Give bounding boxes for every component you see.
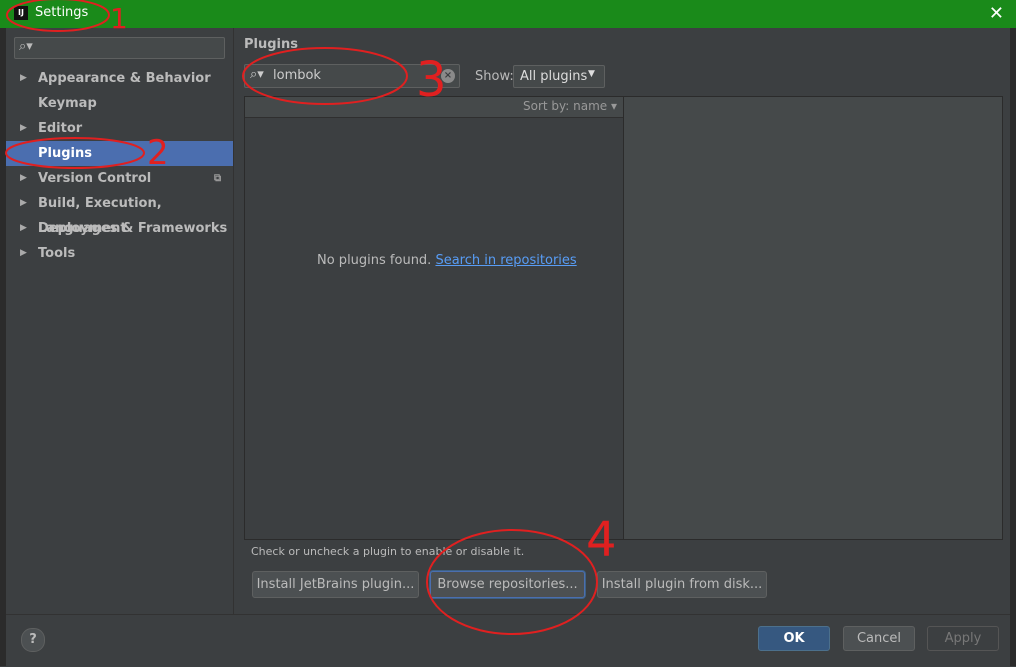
expand-arrow-icon: ▶	[20, 248, 27, 258]
sidebar-item-label: Plugins	[38, 146, 92, 161]
sidebar-item-label: Version Control	[38, 171, 152, 186]
help-icon[interactable]: ?	[21, 628, 45, 652]
sidebar-item-label: Keymap	[38, 96, 97, 111]
show-filter-label: Show:	[475, 69, 514, 84]
close-icon[interactable]: ✕	[989, 3, 1004, 24]
sidebar-item-languages-frameworks[interactable]: ▶ Languages & Frameworks	[6, 216, 233, 241]
empty-state: No plugins found. Search in repositories	[317, 253, 577, 268]
clear-search-icon[interactable]: ×	[441, 69, 455, 83]
sidebar-item-label: Appearance & Behavior	[38, 71, 211, 86]
expand-arrow-icon: ▶	[20, 173, 27, 183]
cancel-button[interactable]: Cancel	[843, 626, 915, 651]
plugin-search-input[interactable]: ⌕▾ lombok ×	[244, 64, 460, 88]
install-jetbrains-plugin-button[interactable]: Install JetBrains plugin...	[252, 571, 419, 598]
sidebar-item-appearance-behavior[interactable]: ▶ Appearance & Behavior	[6, 66, 233, 91]
sidebar-item-label: Tools	[38, 246, 76, 261]
sort-by-dropdown[interactable]: Sort by: name ▾	[523, 99, 617, 113]
apply-button[interactable]: Apply	[927, 626, 999, 651]
chevron-down-icon: ▼	[588, 69, 595, 79]
expand-arrow-icon: ▶	[20, 73, 27, 83]
sidebar-item-tools[interactable]: ▶ Tools	[6, 241, 233, 266]
sidebar-item-keymap[interactable]: Keymap	[6, 91, 233, 116]
window-title: Settings	[35, 5, 89, 20]
intellij-app-icon: IJ	[14, 6, 28, 20]
dialog-footer: ? OK Cancel Apply	[6, 614, 1010, 667]
plugin-detail-panel	[623, 96, 1003, 540]
settings-search-input[interactable]: ⌕▾	[14, 37, 225, 59]
sidebar-item-label: Languages & Frameworks	[38, 221, 228, 236]
browse-repositories-button[interactable]: Browse repositories...	[430, 571, 585, 598]
sidebar-item-version-control[interactable]: ▶ Version Control ⧉	[6, 166, 233, 191]
search-in-repositories-link[interactable]: Search in repositories	[435, 253, 576, 268]
sidebar-item-editor[interactable]: ▶ Editor	[6, 116, 233, 141]
search-icon: ⌕▾	[19, 39, 33, 54]
empty-state-text: No plugins found.	[317, 253, 432, 268]
plugin-list: Sort by: name ▾ No plugins found. Search…	[244, 96, 624, 540]
sidebar-item-label: Editor	[38, 121, 83, 136]
install-plugin-from-disk-button[interactable]: Install plugin from disk...	[597, 571, 767, 598]
show-filter-value: All plugins	[520, 69, 588, 84]
ok-button[interactable]: OK	[758, 626, 830, 651]
plugins-panel: Plugins ⌕▾ lombok × Show: All plugins ▼ …	[234, 28, 1010, 614]
sort-bar: Sort by: name ▾	[245, 97, 623, 118]
expand-arrow-icon: ▶	[20, 198, 27, 208]
project-scope-icon: ⧉	[214, 173, 222, 184]
show-filter-dropdown[interactable]: All plugins ▼	[513, 65, 605, 88]
expand-arrow-icon: ▶	[20, 123, 27, 133]
settings-sidebar: ⌕▾ ▶ Appearance & Behavior Keymap ▶ Edit…	[6, 28, 234, 614]
expand-arrow-icon: ▶	[20, 223, 27, 233]
title-bar: IJ Settings ✕	[0, 0, 1016, 28]
hint-text: Check or uncheck a plugin to enable or d…	[251, 545, 525, 558]
window-border-right	[1010, 28, 1016, 666]
sidebar-item-plugins[interactable]: Plugins	[6, 141, 233, 166]
plugin-search-value: lombok	[273, 68, 321, 83]
search-icon: ⌕▾	[250, 67, 264, 82]
page-title: Plugins	[244, 37, 298, 52]
sidebar-item-build-execution-deployment[interactable]: ▶ Build, Execution, Deployment	[6, 191, 233, 236]
